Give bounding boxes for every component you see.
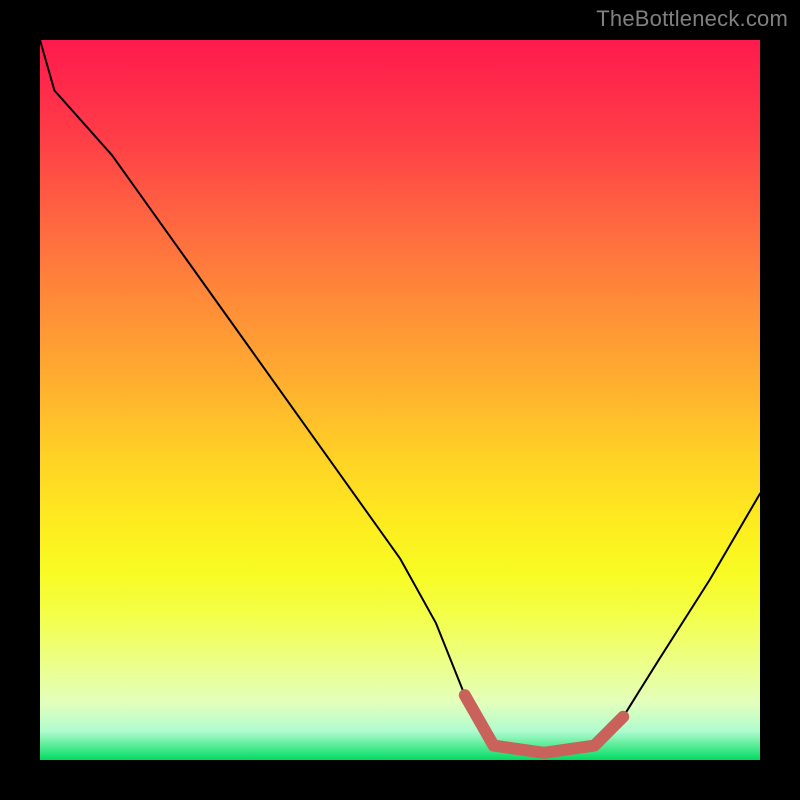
bottleneck-curve	[40, 40, 760, 753]
plot-overlay	[40, 40, 760, 760]
chart-stage: TheBottleneck.com	[0, 0, 800, 800]
watermark-text: TheBottleneck.com	[596, 6, 788, 32]
highlight-segment	[465, 695, 623, 753]
